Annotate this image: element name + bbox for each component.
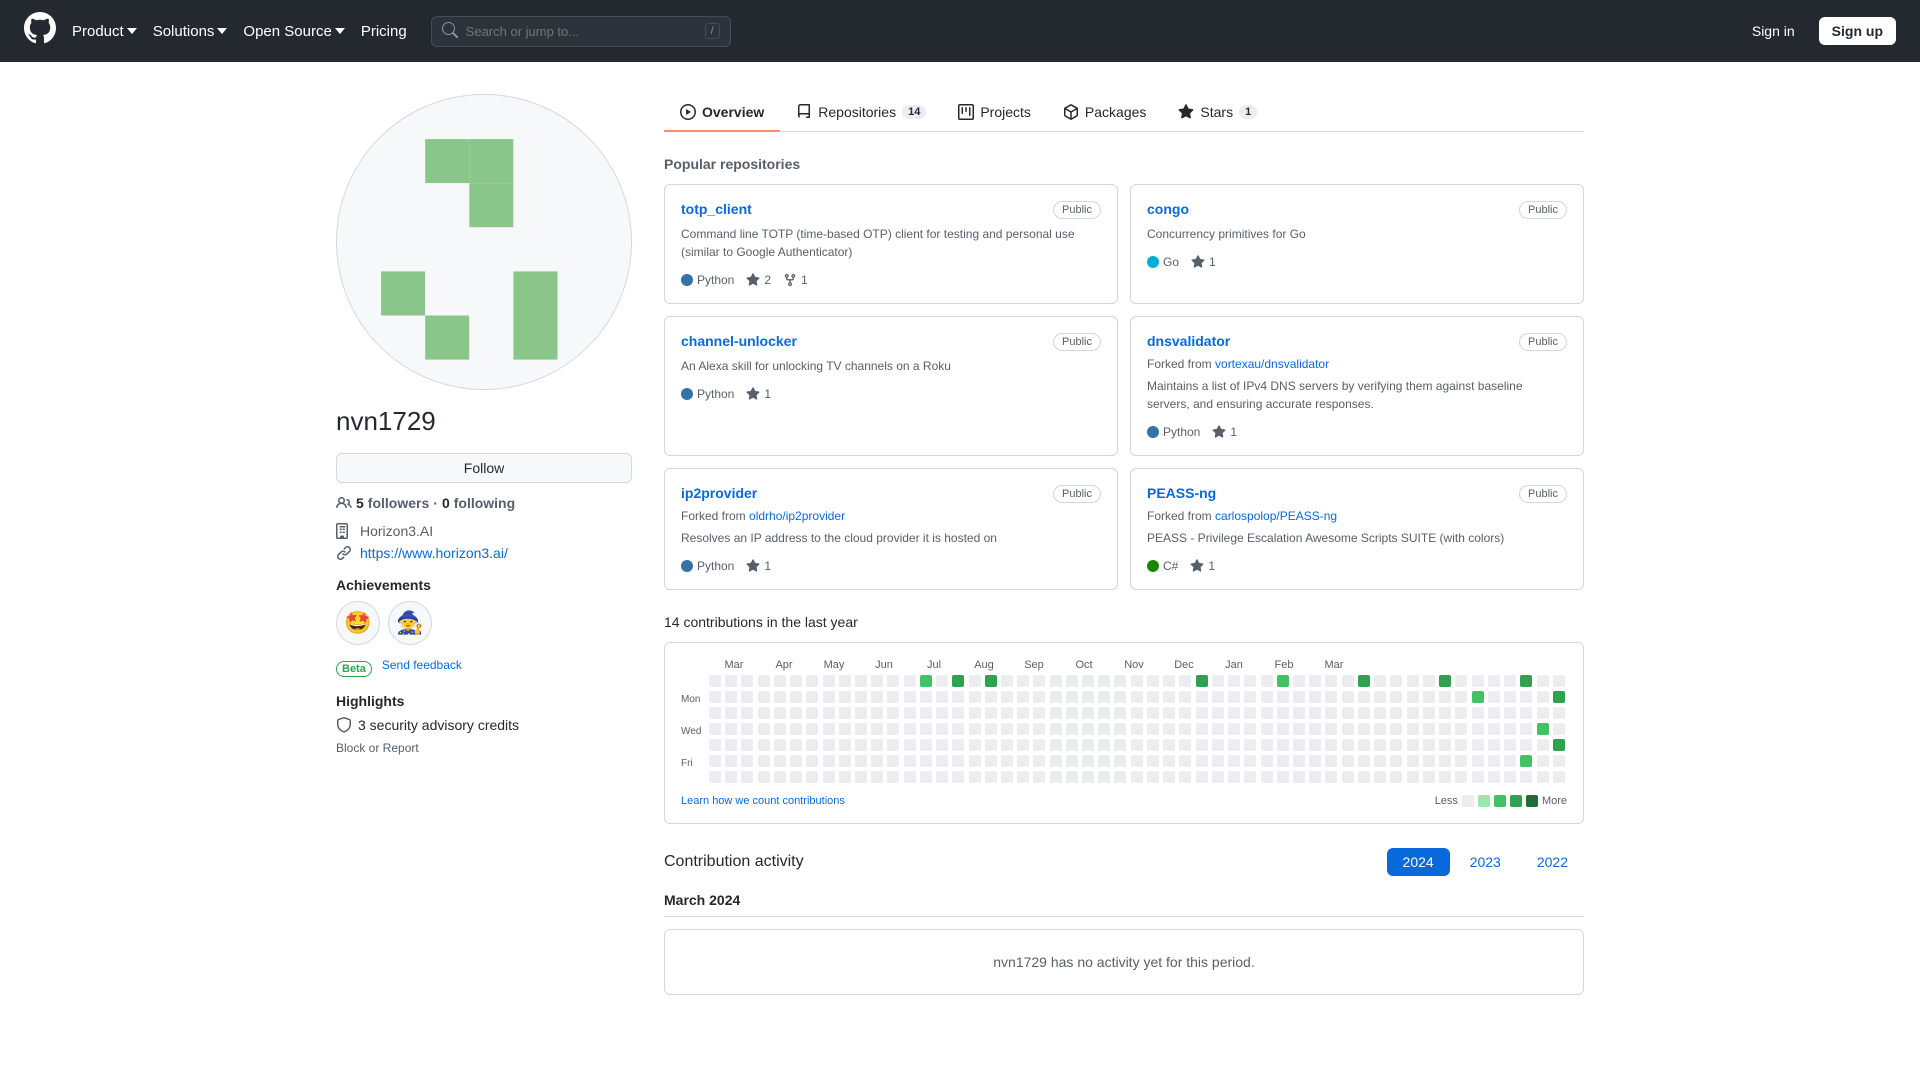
- repo-visibility-peass-ng: Public: [1519, 485, 1567, 503]
- repo-card-peass-ng: PEASS-ng Public Forked from carlospolop/…: [1130, 468, 1584, 590]
- repo-desc-peass-ng: PEASS - Privilege Escalation Awesome Scr…: [1147, 529, 1567, 547]
- repositories-badge: 14: [902, 105, 926, 119]
- repo-desc-ip2provider: Resolves an IP address to the cloud prov…: [681, 529, 1101, 547]
- activity-section: Contribution activity 2024 2023 2022 Mar…: [664, 848, 1584, 995]
- open-source-nav-item[interactable]: Open Source: [243, 23, 344, 40]
- repo-card-congo: congo Public Concurrency primitives for …: [1130, 184, 1584, 304]
- security-advisory-highlight: 3 security advisory credits: [336, 717, 632, 733]
- repo-card-channel-unlocker: channel-unlocker Public An Alexa skill f…: [664, 316, 1118, 456]
- repos-grid: totp_client Public Command line TOTP (ti…: [664, 184, 1584, 590]
- tab-overview[interactable]: Overview: [664, 94, 780, 132]
- highlights-heading: Highlights: [336, 693, 632, 709]
- achievement-badge-1: 🤩: [336, 601, 380, 645]
- followers-info: 5 followers · 0 following: [336, 495, 632, 511]
- kbd-slash: /: [705, 23, 720, 39]
- popular-repos-heading: Popular repositories: [664, 156, 1584, 172]
- search-icon: [442, 22, 458, 41]
- period-title: March 2024: [664, 892, 1584, 917]
- contribution-graph: Mar Apr May Jun Jul Aug Sep Oct Nov Dec …: [664, 642, 1584, 824]
- repo-desc-dnsvalidator: Maintains a list of IPv4 DNS servers by …: [1147, 377, 1567, 413]
- stars-badge: 1: [1239, 105, 1257, 119]
- navbar: Product Solutions Open Source Pricing / …: [0, 0, 1920, 62]
- pricing-nav-item[interactable]: Pricing: [361, 23, 407, 40]
- achievement-badge-2: 🧙: [388, 601, 432, 645]
- contrib-graph-title: 14 contributions in the last year: [664, 614, 1584, 630]
- block-report-link[interactable]: Block or Report: [336, 741, 632, 755]
- activity-title: Contribution activity: [664, 853, 804, 871]
- no-activity-message: nvn1729 has no activity yet for this per…: [664, 929, 1584, 995]
- search-input[interactable]: [466, 24, 697, 39]
- year-2023-button[interactable]: 2023: [1454, 848, 1517, 876]
- repo-visibility-dnsvalidator: Public: [1519, 333, 1567, 351]
- year-selector: 2024 2023 2022: [1387, 848, 1584, 876]
- product-nav-item[interactable]: Product: [72, 23, 137, 40]
- tab-stars[interactable]: Stars 1: [1162, 94, 1273, 132]
- repo-name-ip2provider[interactable]: ip2provider: [681, 485, 757, 501]
- tab-repositories[interactable]: Repositories 14: [780, 94, 942, 132]
- year-2022-button[interactable]: 2022: [1521, 848, 1584, 876]
- repo-fork-peass-ng: Forked from carlospolop/PEASS-ng: [1147, 509, 1567, 523]
- learn-contributions-link[interactable]: Learn how we count contributions: [681, 795, 845, 807]
- main-content: Overview Repositories 14 Projects Packag…: [664, 94, 1584, 995]
- username: nvn1729: [336, 406, 632, 437]
- repo-desc-congo: Concurrency primitives for Go: [1147, 225, 1567, 243]
- github-logo-icon[interactable]: [24, 12, 56, 51]
- website-meta: https://www.horizon3.ai/: [336, 545, 632, 561]
- sign-up-button[interactable]: Sign up: [1819, 17, 1896, 45]
- org-meta: Horizon3.AI: [336, 523, 632, 539]
- tab-projects[interactable]: Projects: [942, 94, 1047, 132]
- sidebar: nvn1729 Follow 5 followers · 0 following…: [336, 94, 632, 995]
- repo-name-peass-ng[interactable]: PEASS-ng: [1147, 485, 1216, 501]
- repo-name-congo[interactable]: congo: [1147, 201, 1189, 217]
- repo-visibility-ip2provider: Public: [1053, 485, 1101, 503]
- year-2024-button[interactable]: 2024: [1387, 848, 1450, 876]
- send-feedback-link[interactable]: Send feedback: [382, 658, 462, 672]
- website-link[interactable]: https://www.horizon3.ai/: [360, 545, 508, 561]
- repo-fork-dnsvalidator: Forked from vortexau/dnsvalidator: [1147, 357, 1567, 371]
- repo-visibility-totp-client: Public: [1053, 201, 1101, 219]
- repo-name-totp-client[interactable]: totp_client: [681, 201, 752, 217]
- graph-legend: Less More: [1435, 795, 1567, 807]
- solutions-nav-item[interactable]: Solutions: [153, 23, 228, 40]
- repo-fork-ip2provider: Forked from oldrho/ip2provider: [681, 509, 1101, 523]
- sign-in-link[interactable]: Sign in: [1744, 19, 1803, 43]
- tab-packages[interactable]: Packages: [1047, 94, 1162, 132]
- profile-tabs: Overview Repositories 14 Projects Packag…: [664, 94, 1584, 132]
- repo-visibility-channel-unlocker: Public: [1053, 333, 1101, 351]
- achievements-list: 🤩 🧙: [336, 601, 632, 645]
- avatar: [336, 94, 632, 390]
- repo-desc-channel-unlocker: An Alexa skill for unlocking TV channels…: [681, 357, 1101, 375]
- repo-name-channel-unlocker[interactable]: channel-unlocker: [681, 333, 797, 349]
- repo-name-dnsvalidator[interactable]: dnsvalidator: [1147, 333, 1230, 349]
- repo-card-dnsvalidator: dnsvalidator Public Forked from vortexau…: [1130, 316, 1584, 456]
- achievements-heading: Achievements: [336, 577, 632, 593]
- search-bar[interactable]: /: [431, 16, 731, 47]
- repo-visibility-congo: Public: [1519, 201, 1567, 219]
- follow-button[interactable]: Follow: [336, 453, 632, 483]
- beta-badge: Beta: [336, 661, 372, 677]
- repo-desc-totp-client: Command line TOTP (time-based OTP) clien…: [681, 225, 1101, 261]
- repo-card-ip2provider: ip2provider Public Forked from oldrho/ip…: [664, 468, 1118, 590]
- repo-card-totp-client: totp_client Public Command line TOTP (ti…: [664, 184, 1118, 304]
- beta-feedback: Beta Send feedback: [336, 653, 632, 677]
